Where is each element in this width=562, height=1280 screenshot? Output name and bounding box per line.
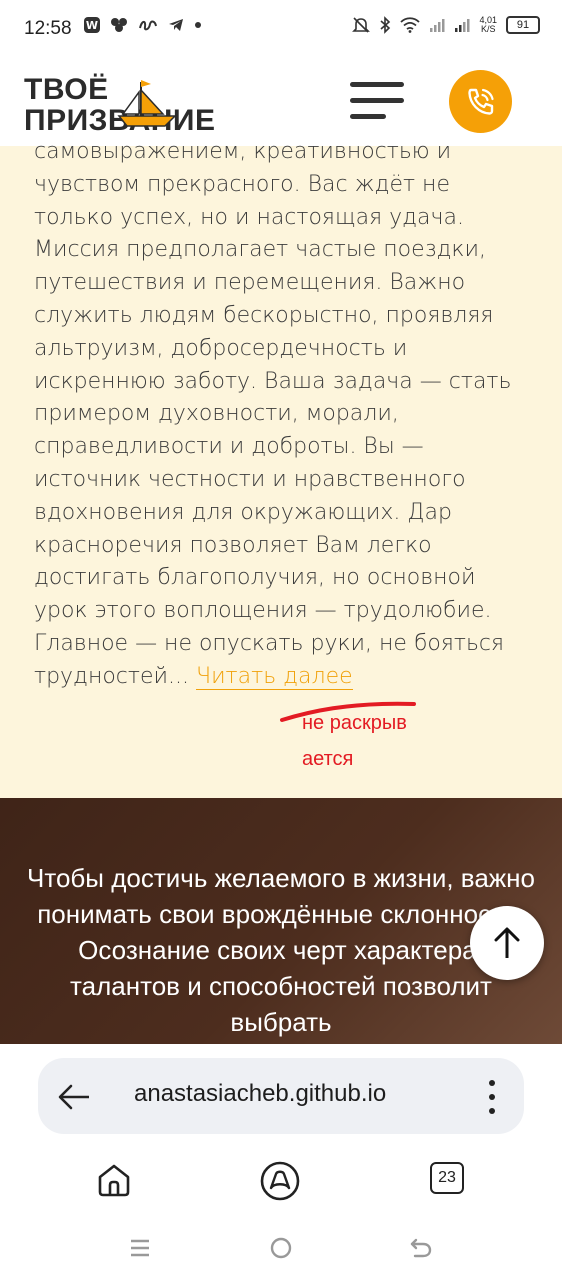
signal-icon bbox=[429, 17, 445, 33]
alice-icon[interactable] bbox=[260, 1161, 300, 1201]
back-icon[interactable] bbox=[408, 1236, 434, 1260]
status-time: 12:58 bbox=[24, 18, 72, 39]
hamburger-icon[interactable] bbox=[350, 82, 404, 120]
address-bar[interactable]: anastasiacheb.github.io bbox=[38, 1058, 524, 1134]
circle-home-icon[interactable] bbox=[269, 1236, 293, 1260]
recents-icon[interactable] bbox=[129, 1238, 151, 1258]
w-app-icon: W bbox=[84, 17, 100, 33]
kebab-menu-icon[interactable] bbox=[488, 1080, 496, 1114]
bluetooth-icon bbox=[379, 16, 391, 34]
notification-icons: W bbox=[84, 17, 202, 33]
description-paragraph: самовыражением, креативностью и чувством… bbox=[34, 136, 534, 694]
status-bar: 12:58 W 4,01 K/S 91 bbox=[0, 0, 562, 56]
promo-text: Чтобы достичь желаемого в жизни, важно п… bbox=[27, 863, 535, 1037]
home-icon[interactable] bbox=[96, 1162, 132, 1198]
url-text[interactable]: anastasiacheb.github.io bbox=[134, 1080, 386, 1108]
annotation-text-line2: ается bbox=[302, 748, 354, 770]
browser-bottom-bar: anastasiacheb.github.io 23 bbox=[0, 1044, 562, 1280]
telegram-icon bbox=[168, 18, 184, 32]
phone-icon bbox=[467, 88, 494, 115]
net-speed-unit: K/S bbox=[480, 24, 496, 34]
system-icons: 4,01 K/S 91 bbox=[352, 16, 540, 34]
dot-icon bbox=[194, 21, 202, 29]
arrow-up-icon bbox=[494, 927, 520, 958]
site-logo[interactable]: ТВОЁ ПРИЗВАНИЕ bbox=[24, 74, 216, 136]
wifi-icon bbox=[400, 17, 421, 33]
signal-icon bbox=[454, 17, 470, 33]
tabs-count-button[interactable]: 23 bbox=[430, 1162, 464, 1194]
boat-logo-icon bbox=[117, 80, 177, 127]
system-nav-bar bbox=[0, 1228, 562, 1268]
net-speed: 4,01 K/S bbox=[479, 16, 497, 34]
description-text: самовыражением, креативностью и чувством… bbox=[34, 139, 512, 689]
mute-icon bbox=[352, 16, 371, 34]
annotation-text-line1: не раскрыв bbox=[302, 712, 407, 734]
site-header: ТВОЁ ПРИЗВАНИЕ bbox=[0, 56, 562, 146]
read-more-link[interactable]: Читать далее bbox=[195, 663, 353, 690]
flower-app-icon bbox=[110, 17, 128, 33]
scroll-to-top-button[interactable] bbox=[470, 906, 544, 980]
call-button[interactable] bbox=[449, 70, 512, 133]
arrow-left-icon[interactable] bbox=[56, 1082, 92, 1112]
battery-indicator: 91 bbox=[506, 16, 540, 34]
handwriting-app-icon bbox=[138, 18, 158, 32]
browser-nav-row: 23 bbox=[0, 1161, 562, 1202]
description-section: самовыражением, креативностью и чувством… bbox=[0, 139, 562, 798]
